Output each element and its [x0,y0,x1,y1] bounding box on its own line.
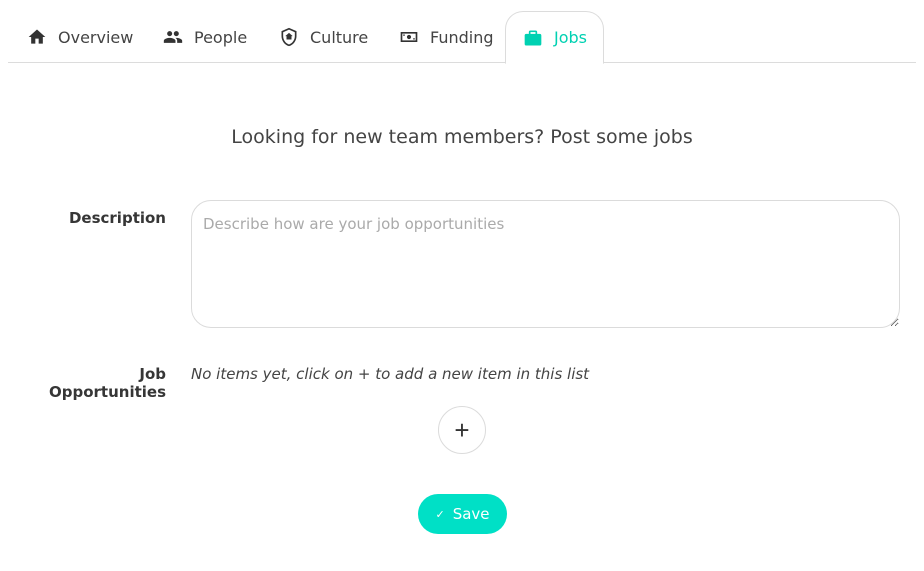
plus-icon: + [454,415,470,445]
check-icon: ✓ [435,507,445,521]
money-icon [398,26,420,48]
tab-funding-label: Funding [430,27,494,47]
home-icon [26,26,48,48]
tab-culture[interactable]: Culture [278,11,368,63]
tab-culture-label: Culture [310,27,369,47]
page-headline: Looking for new team members? Post some … [231,126,693,148]
save-button[interactable]: ✓ Save [418,494,507,534]
job-opportunities-label: Job Opportunities [48,365,166,401]
tab-jobs-label: Jobs [554,28,587,47]
save-button-label: Save [452,505,490,523]
people-icon [162,26,184,48]
description-textarea[interactable] [191,200,900,328]
tab-overview-label: Overview [58,27,134,47]
tab-people-label: People [194,27,248,47]
tab-people[interactable]: People [162,11,247,63]
tab-bar: Overview People Culture Funding Jobs [8,0,916,64]
briefcase-icon [522,27,544,49]
tab-overview[interactable]: Overview [26,11,133,63]
description-label: Description [68,209,166,227]
shield-home-icon [278,26,300,48]
add-item-button[interactable]: + [438,406,486,454]
empty-list-message: No items yet, click on + to add a new it… [191,365,590,383]
tab-jobs[interactable]: Jobs [505,11,604,64]
tab-funding[interactable]: Funding [398,11,494,63]
